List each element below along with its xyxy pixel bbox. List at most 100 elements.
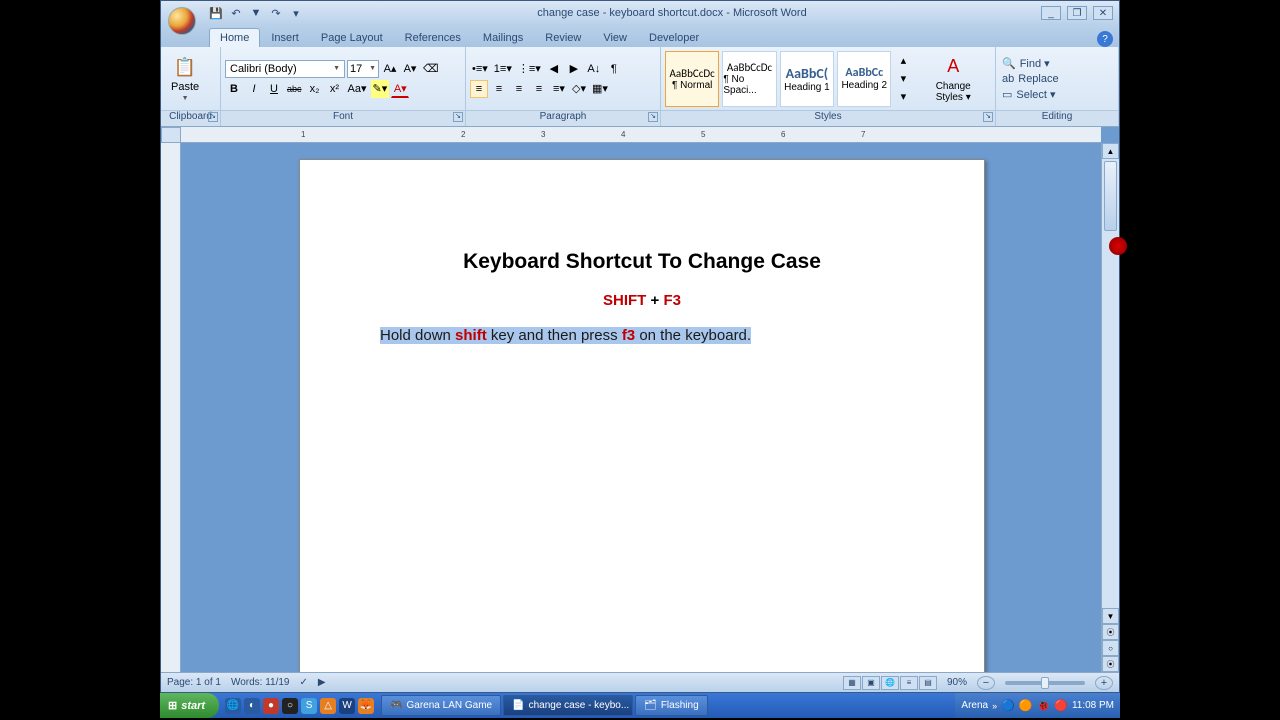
quicklaunch-icon[interactable]: △ bbox=[320, 698, 336, 714]
quicklaunch-icon[interactable]: ○ bbox=[282, 698, 298, 714]
shrink-font-button[interactable]: A▾ bbox=[401, 60, 419, 78]
scroll-up-button[interactable]: ▲ bbox=[1102, 143, 1119, 159]
view-web[interactable]: 🌐 bbox=[881, 676, 899, 690]
browse-next-button[interactable]: ⦿ bbox=[1102, 656, 1119, 672]
font-name-select[interactable]: Calibri (Body)▼ bbox=[225, 60, 345, 78]
view-outline[interactable]: ≡ bbox=[900, 676, 918, 690]
status-macro-icon[interactable]: ▶ bbox=[318, 677, 326, 688]
help-button[interactable]: ? bbox=[1097, 31, 1113, 47]
scroll-thumb[interactable] bbox=[1104, 161, 1117, 231]
font-dialog-launcher[interactable]: ↘ bbox=[453, 112, 463, 122]
tab-review[interactable]: Review bbox=[534, 28, 592, 47]
tray-arena[interactable]: Arena bbox=[961, 700, 988, 711]
close-button[interactable]: ✕ bbox=[1093, 6, 1113, 20]
tray-icon[interactable]: 🐞 bbox=[1037, 699, 1051, 712]
bullets-button[interactable]: •≡▾ bbox=[470, 60, 490, 78]
status-words[interactable]: Words: 11/19 bbox=[231, 677, 290, 688]
subscript-button[interactable]: x₂ bbox=[306, 80, 324, 98]
numbering-button[interactable]: 1≡▾ bbox=[492, 60, 514, 78]
quicklaunch-icon[interactable]: W bbox=[339, 698, 355, 714]
undo-button[interactable]: ↶ bbox=[229, 6, 243, 20]
document-page[interactable]: Keyboard Shortcut To Change Case SHIFT +… bbox=[299, 159, 985, 672]
style-heading-2[interactable]: AaBbCcHeading 2 bbox=[837, 51, 891, 107]
quicklaunch-icon[interactable]: 🌐 bbox=[225, 698, 241, 714]
scroll-down-button[interactable]: ▼ bbox=[1102, 608, 1119, 624]
increase-indent-button[interactable]: ▶ bbox=[565, 60, 583, 78]
browse-prev-button[interactable]: ⦿ bbox=[1102, 624, 1119, 640]
zoom-out-button[interactable]: − bbox=[977, 676, 995, 690]
office-button[interactable] bbox=[161, 1, 203, 25]
minimize-button[interactable]: _ bbox=[1041, 6, 1061, 20]
vertical-scrollbar[interactable]: ▲ ▼ ⦿ ○ ⦿ bbox=[1101, 143, 1119, 672]
ruler-corner[interactable] bbox=[161, 127, 181, 143]
quicklaunch-icon[interactable]: ● bbox=[263, 698, 279, 714]
tab-mailings[interactable]: Mailings bbox=[472, 28, 534, 47]
styles-dialog-launcher[interactable]: ↘ bbox=[983, 112, 993, 122]
style-normal[interactable]: AaBbCcDc¶ Normal bbox=[665, 51, 719, 107]
status-proof-icon[interactable]: ✓ bbox=[300, 677, 308, 688]
redo-button[interactable]: ↷ bbox=[269, 6, 283, 20]
justify-button[interactable]: ≡ bbox=[530, 80, 548, 98]
change-styles-button[interactable]: A Change Styles ▾ bbox=[915, 53, 991, 105]
change-case-button[interactable]: Aa▾ bbox=[346, 80, 369, 98]
tab-page-layout[interactable]: Page Layout bbox=[310, 28, 394, 47]
style-heading-1[interactable]: AaBbC(Heading 1 bbox=[780, 51, 834, 107]
clear-formatting-button[interactable]: ⌫ bbox=[421, 60, 441, 78]
quicklaunch-icon[interactable]: S bbox=[301, 698, 317, 714]
view-print-layout[interactable]: ▦ bbox=[843, 676, 861, 690]
line-spacing-button[interactable]: ≡▾ bbox=[550, 80, 568, 98]
paragraph-dialog-launcher[interactable]: ↘ bbox=[648, 112, 658, 122]
styles-more[interactable]: ▾ bbox=[894, 88, 912, 106]
align-center-button[interactable]: ≡ bbox=[490, 80, 508, 98]
show-marks-button[interactable]: ¶ bbox=[605, 60, 623, 78]
zoom-in-button[interactable]: + bbox=[1095, 676, 1113, 690]
tray-icon[interactable]: 🟠 bbox=[1019, 699, 1033, 712]
tab-references[interactable]: References bbox=[394, 28, 472, 47]
start-button[interactable]: ⊞ start bbox=[160, 693, 219, 718]
taskbar-item-flashing[interactable]: 🗂Flashing bbox=[635, 695, 708, 716]
align-left-button[interactable]: ≡ bbox=[470, 80, 488, 98]
style-no-spacing[interactable]: AaBbCcDc¶ No Spaci... bbox=[722, 51, 776, 107]
taskbar-item-garena[interactable]: 🎮Garena LAN Game bbox=[381, 695, 501, 716]
tab-insert[interactable]: Insert bbox=[260, 28, 310, 47]
superscript-button[interactable]: x² bbox=[326, 80, 344, 98]
zoom-level[interactable]: 90% bbox=[947, 677, 967, 688]
multilevel-button[interactable]: ⋮≡▾ bbox=[516, 60, 543, 78]
sort-button[interactable]: A↓ bbox=[585, 60, 603, 78]
taskbar-item-word[interactable]: 📄change case - keybo... bbox=[503, 695, 633, 716]
view-draft[interactable]: ▤ bbox=[919, 676, 937, 690]
strikethrough-button[interactable]: abc bbox=[285, 80, 304, 98]
maximize-button[interactable]: ❐ bbox=[1067, 6, 1087, 20]
decrease-indent-button[interactable]: ◀ bbox=[545, 60, 563, 78]
view-full-screen[interactable]: ▣ bbox=[862, 676, 880, 690]
status-page[interactable]: Page: 1 of 1 bbox=[167, 677, 221, 688]
tray-expand[interactable]: » bbox=[992, 701, 997, 711]
shading-button[interactable]: ◇▾ bbox=[570, 80, 588, 98]
save-button[interactable]: 💾 bbox=[209, 6, 223, 20]
font-size-select[interactable]: 17▼ bbox=[347, 60, 379, 78]
underline-button[interactable]: U bbox=[265, 80, 283, 98]
find-button[interactable]: 🔍Find ▾ bbox=[1000, 56, 1061, 71]
styles-row-down[interactable]: ▾ bbox=[894, 70, 912, 88]
tray-icon[interactable]: 🔴 bbox=[1054, 699, 1068, 712]
tab-home[interactable]: Home bbox=[209, 28, 260, 47]
vertical-ruler[interactable] bbox=[161, 143, 181, 672]
tray-icon[interactable]: 🔵 bbox=[1001, 699, 1015, 712]
styles-row-up[interactable]: ▴ bbox=[894, 52, 912, 70]
tray-clock[interactable]: 11:08 PM bbox=[1072, 700, 1114, 711]
paste-button[interactable]: 📋 Paste ▼ bbox=[165, 53, 205, 104]
horizontal-ruler[interactable]: 1 2 3 4 5 6 7 bbox=[181, 127, 1101, 143]
zoom-slider[interactable] bbox=[1005, 681, 1085, 685]
bold-button[interactable]: B bbox=[225, 80, 243, 98]
quicklaunch-icon[interactable]: ◐ bbox=[244, 698, 260, 714]
browse-object-button[interactable]: ○ bbox=[1102, 640, 1119, 656]
borders-button[interactable]: ▦▾ bbox=[590, 80, 610, 98]
tab-view[interactable]: View bbox=[592, 28, 638, 47]
highlight-button[interactable]: ✎▾ bbox=[371, 80, 390, 98]
clipboard-dialog-launcher[interactable]: ↘ bbox=[208, 112, 218, 122]
italic-button[interactable]: I bbox=[245, 80, 263, 98]
align-right-button[interactable]: ≡ bbox=[510, 80, 528, 98]
select-button[interactable]: ▭Select ▾ bbox=[1000, 87, 1061, 102]
tab-developer[interactable]: Developer bbox=[638, 28, 710, 47]
quicklaunch-icon[interactable]: 🦊 bbox=[358, 698, 374, 714]
